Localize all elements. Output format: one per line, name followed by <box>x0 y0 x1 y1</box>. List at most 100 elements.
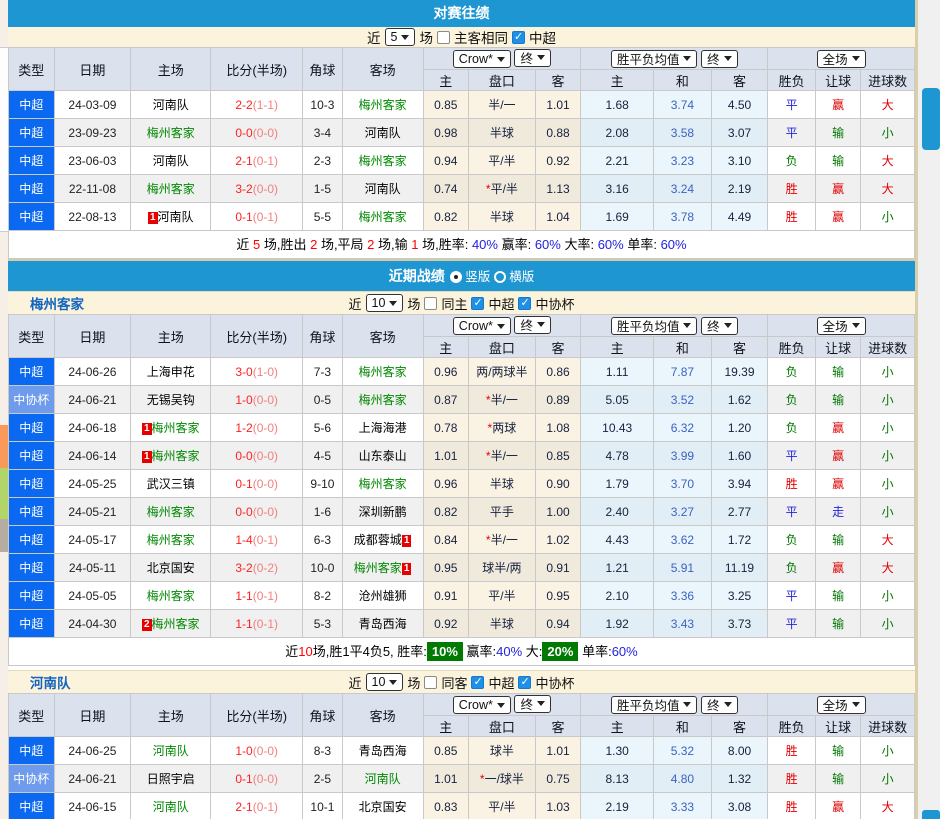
final-select[interactable]: 终 <box>701 695 738 714</box>
avg-group-header: 胜平负均值 终 <box>580 47 769 70</box>
match-count-select[interactable]: 5 <box>384 28 416 46</box>
result-handicap: 赢 <box>814 469 862 498</box>
odds-group-header: Crow* 终 <box>422 47 582 70</box>
final-select[interactable]: 终 <box>514 48 551 67</box>
table-row: 中超 24-05-11 北京国安 3-2(0-2) 10-0 梅州客家 1 0.95 球半/两 0… <box>8 553 915 582</box>
odds-home-header: 主 <box>422 336 470 358</box>
match-count-select[interactable]: 10 <box>365 673 404 691</box>
home-team[interactable]: 梅州客家 <box>147 505 195 519</box>
checkbox-中协杯[interactable] <box>518 296 532 310</box>
avg-select[interactable]: 胜平负均值 <box>610 49 698 68</box>
checkbox-中超[interactable] <box>471 296 485 310</box>
company-select[interactable]: Crow* <box>452 50 511 69</box>
checkbox-主客相同[interactable] <box>436 30 450 44</box>
home-team[interactable]: 日照宇启 <box>147 772 195 786</box>
summary-segment: 20% <box>542 642 579 661</box>
odds-away-value: 0.85 <box>534 441 582 470</box>
away-team[interactable]: 山东泰山 <box>359 449 407 463</box>
company-select[interactable]: Crow* <box>452 317 511 336</box>
final-select[interactable]: 终 <box>701 316 738 335</box>
avg-select[interactable]: 胜平负均值 <box>610 316 698 335</box>
scope-select[interactable]: 全场 <box>816 695 866 714</box>
team-name-henan[interactable]: 河南队 <box>30 672 71 692</box>
chevron-down-icon <box>496 56 505 62</box>
away-team[interactable]: 梅州客家 <box>354 561 402 575</box>
away-team[interactable]: 河南队 <box>365 772 401 786</box>
odds-home-value: 0.85 <box>422 90 470 119</box>
away-team[interactable]: 青岛西海 <box>359 617 407 631</box>
table-row: 中超 24-06-25 河南队 1-0(0-0) 8-3 青岛西海 0.85 球半 1.01 1.… <box>8 736 915 765</box>
company-select[interactable]: Crow* <box>452 696 511 715</box>
home-team[interactable]: 河南队 <box>153 154 189 168</box>
checkbox-中超[interactable] <box>511 30 525 44</box>
checkbox-中超[interactable] <box>471 675 485 689</box>
home-team[interactable]: 河南队 <box>158 210 194 224</box>
home-team[interactable]: 梅州客家 <box>152 421 200 435</box>
away-team[interactable]: 梅州客家 <box>359 393 407 407</box>
fulltime-score: 0-0 <box>235 448 253 463</box>
h2h-summary: 近 5 场,胜出 2 场,平局 2 场,输 1 场,胜率: 40% 赢率: 60… <box>8 231 915 259</box>
halftime-score: (0-2) <box>252 560 279 575</box>
home-team[interactable]: 武汉三镇 <box>147 477 195 491</box>
final-select[interactable]: 终 <box>514 694 551 713</box>
match-count-select-value: 10 <box>371 675 386 689</box>
away-team-cell: 梅州客家 <box>341 357 424 386</box>
checkbox-同主[interactable] <box>424 296 438 310</box>
away-team[interactable]: 北京国安 <box>359 800 407 814</box>
away-team[interactable]: 梅州客家 <box>359 210 407 224</box>
away-team[interactable]: 梅州客家 <box>359 477 407 491</box>
fulltime-score: 1-0 <box>235 743 253 758</box>
scope-select[interactable]: 全场 <box>816 49 866 68</box>
home-team[interactable]: 河南队 <box>153 98 189 112</box>
home-team[interactable]: 北京国安 <box>147 561 195 575</box>
home-team[interactable]: 上海申花 <box>147 365 195 379</box>
home-team-cell: 河南队 <box>130 146 212 175</box>
match-count-select[interactable]: 10 <box>365 294 404 312</box>
home-team[interactable]: 河南队 <box>153 744 189 758</box>
match-date: 22-11-08 <box>53 174 132 203</box>
home-team[interactable]: 河南队 <box>153 800 189 814</box>
final-select[interactable]: 终 <box>514 315 551 334</box>
radio-横版[interactable] <box>493 270 506 283</box>
avg-away-header: 客 <box>710 336 769 358</box>
radio-竖版[interactable] <box>449 270 462 283</box>
home-team[interactable]: 梅州客家 <box>147 533 195 547</box>
away-team[interactable]: 河南队 <box>365 182 401 196</box>
home-team[interactable]: 梅州客家 <box>152 449 200 463</box>
odds-home-value: 0.78 <box>422 413 470 442</box>
team-name-meizhou[interactable]: 梅州客家 <box>30 293 84 313</box>
result-handicap: 输 <box>814 609 862 638</box>
home-team[interactable]: 梅州客家 <box>147 589 195 603</box>
table-row: 中超 23-06-03 河南队 2-1(0-1) 2-3 梅州客家 0.94 平/半 0.92 2… <box>8 146 915 175</box>
away-team[interactable]: 上海海港 <box>359 421 407 435</box>
match-date: 24-06-14 <box>53 441 132 470</box>
home-team[interactable]: 无锡吴钩 <box>147 393 195 407</box>
away-team[interactable]: 深圳新鹏 <box>359 505 407 519</box>
final-select-value: 终 <box>520 319 533 334</box>
checkbox-中协杯[interactable] <box>518 675 532 689</box>
odds-home-value: 0.94 <box>422 146 470 175</box>
side-panel-button[interactable] <box>922 88 940 150</box>
home-team[interactable]: 梅州客家 <box>147 126 195 140</box>
side-panel-button-bottom[interactable] <box>922 810 940 819</box>
meizhou-filter-bar: 近 10 场 同主 中超 中协杯 <box>349 294 574 313</box>
away-team[interactable]: 梅州客家 <box>359 98 407 112</box>
final-select[interactable]: 终 <box>701 49 738 68</box>
away-team[interactable]: 梅州客家 <box>359 365 407 379</box>
avg-select[interactable]: 胜平负均值 <box>610 695 698 714</box>
away-team[interactable]: 河南队 <box>365 126 401 140</box>
home-team[interactable]: 梅州客家 <box>152 617 200 631</box>
scope-select[interactable]: 全场 <box>816 316 866 335</box>
odds-away-value: 0.89 <box>534 385 582 414</box>
away-team[interactable]: 成都蓉城 <box>354 533 402 547</box>
summary-segment: 场,平局 <box>317 237 368 252</box>
home-team[interactable]: 梅州客家 <box>147 182 195 196</box>
match-score: 1-1(0-1) <box>210 581 304 610</box>
away-team[interactable]: 青岛西海 <box>359 744 407 758</box>
match-score: 1-2(0-0) <box>210 413 304 442</box>
league-badge: 中协杯 <box>8 385 55 414</box>
checkbox-同客[interactable] <box>424 675 438 689</box>
away-team[interactable]: 梅州客家 <box>359 154 407 168</box>
scope-group-header: 全场 <box>767 314 915 337</box>
away-team[interactable]: 沧州雄狮 <box>359 589 407 603</box>
